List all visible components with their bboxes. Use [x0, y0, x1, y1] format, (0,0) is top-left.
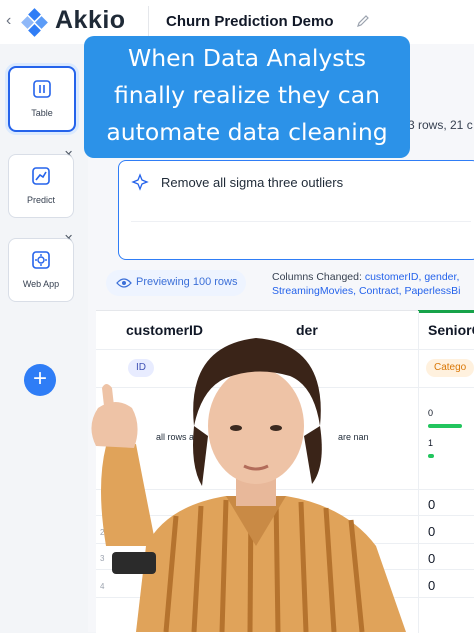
logo-text: Akkio — [55, 6, 126, 34]
columns-changed-list-2: StreamingMovies, Contract, PaperlessBi — [272, 285, 461, 297]
eye-icon — [116, 278, 132, 288]
previewing-rows-label: Previewing 100 rows — [136, 276, 238, 288]
columns-changed: Columns Changed: customerID, gender, Str… — [272, 270, 461, 298]
meme-person-image — [91, 338, 406, 632]
table-icon — [33, 80, 51, 98]
caption-line-1: When Data Analysts — [127, 44, 367, 72]
web-app-icon — [32, 251, 50, 269]
caption-line-3: automate data cleaning — [106, 118, 388, 146]
add-step-button[interactable]: + — [24, 364, 56, 396]
prompt-divider — [131, 221, 471, 222]
dataset-rows-info: 3 rows, 21 c — [408, 118, 473, 132]
sidebar-item-web-app[interactable]: Web App — [8, 238, 74, 302]
predict-icon — [32, 167, 50, 185]
columns-changed-label: Columns Changed: — [272, 271, 362, 283]
meme-caption: When Data Analysts finally realize they … — [84, 36, 410, 158]
caption-line-2: finally realize they can — [113, 81, 381, 109]
previewing-rows-badge[interactable]: Previewing 100 rows — [106, 270, 246, 296]
akkio-logo-icon — [21, 8, 48, 37]
project-title[interactable]: Churn Prediction Demo — [166, 13, 334, 30]
columns-changed-list-1: customerID, gender, — [364, 271, 460, 283]
header-divider — [148, 6, 149, 40]
sidebar-item-label: Web App — [22, 279, 60, 289]
sidebar-item-table[interactable]: Table — [8, 66, 76, 132]
transform-prompt-box[interactable] — [118, 160, 474, 260]
sidebar: Table ✕ Predict ✕ Web App + — [0, 44, 88, 632]
sidebar-item-predict[interactable]: Predict — [8, 154, 74, 218]
pencil-icon[interactable] — [356, 14, 370, 28]
sparkle-icon — [131, 173, 149, 191]
sidebar-item-label: Predict — [26, 195, 55, 205]
prompt-input[interactable] — [161, 171, 461, 193]
sidebar-item-label: Table — [31, 108, 53, 118]
back-chevron-icon[interactable]: ‹ — [6, 12, 11, 30]
